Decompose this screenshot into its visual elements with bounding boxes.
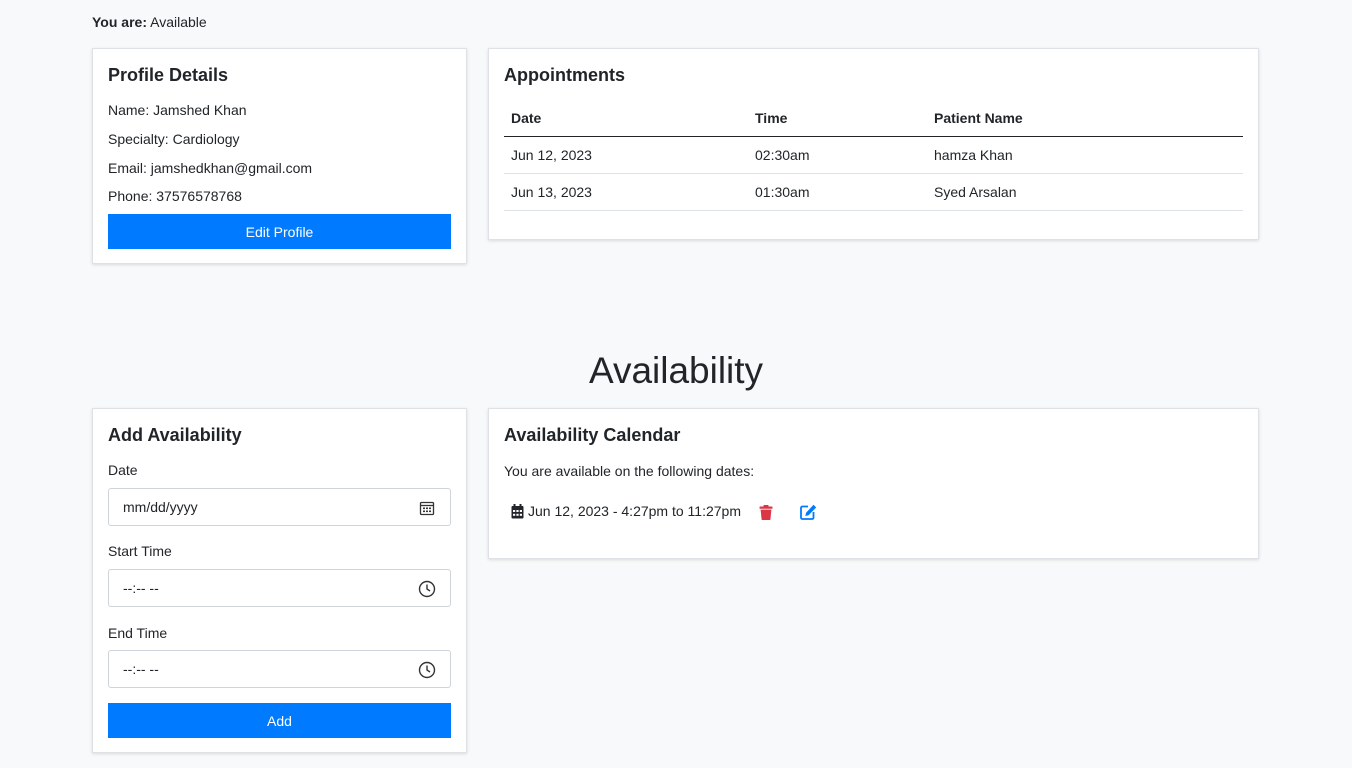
- calendar-icon: [511, 503, 524, 518]
- end-time-input[interactable]: --:-- --: [108, 650, 451, 688]
- cell-date: Jun 13, 2023: [511, 183, 592, 200]
- edit-profile-button[interactable]: Edit Profile: [108, 214, 451, 249]
- profile-name: Name: Jamshed Khan: [108, 102, 247, 118]
- availability-section-title: Availability: [588, 350, 764, 391]
- clock-icon[interactable]: [418, 580, 436, 598]
- start-time-placeholder: --:-- --: [123, 580, 159, 596]
- profile-card: Profile Details Name: Jamshed Khan Speci…: [92, 48, 467, 264]
- cell-patient: Syed Arsalan: [934, 183, 1017, 200]
- profile-title: Profile Details: [108, 65, 229, 85]
- availability-entry-text: Jun 12, 2023 - 4:27pm to 11:27pm: [528, 503, 741, 519]
- cell-date: Jun 12, 2023: [511, 146, 592, 163]
- column-header-time: Time: [755, 110, 788, 127]
- availability-status: You are: Available: [92, 14, 207, 30]
- add-availability-title: Add Availability: [108, 425, 242, 445]
- cell-time: 01:30am: [755, 183, 810, 200]
- column-header-patient: Patient Name: [934, 110, 1023, 127]
- date-input[interactable]: mm/dd/yyyy: [108, 488, 451, 526]
- table-row: Jun 13, 2023 01:30am Syed Arsalan: [504, 173, 1243, 210]
- trash-icon[interactable]: [759, 505, 773, 520]
- availability-intro: You are available on the following dates…: [504, 463, 755, 479]
- status-label: You are:: [92, 14, 147, 30]
- cell-patient: hamza Khan: [934, 146, 1013, 163]
- clock-icon[interactable]: [418, 661, 436, 679]
- start-time-input[interactable]: --:-- --: [108, 569, 451, 607]
- end-time-label: End Time: [108, 625, 168, 641]
- add-availability-button[interactable]: Add: [108, 703, 451, 738]
- start-time-label: Start Time: [108, 543, 172, 559]
- end-time-placeholder: --:-- --: [123, 661, 159, 677]
- availability-entry: Jun 12, 2023 - 4:27pm to 11:27pm: [511, 503, 741, 519]
- date-placeholder: mm/dd/yyyy: [123, 499, 198, 515]
- column-header-date: Date: [511, 110, 542, 127]
- availability-calendar-card: Availability Calendar You are available …: [488, 408, 1259, 559]
- date-label: Date: [108, 462, 138, 478]
- profile-specialty: Specialty: Cardiology: [108, 131, 240, 147]
- appointments-table: Date Time Patient Name Jun 12, 2023 02:3…: [504, 101, 1243, 211]
- cell-time: 02:30am: [755, 146, 810, 163]
- table-row: Jun 12, 2023 02:30am hamza Khan: [504, 136, 1243, 173]
- availability-calendar-title: Availability Calendar: [504, 425, 681, 445]
- calendar-picker-icon[interactable]: [418, 499, 436, 517]
- profile-email: Email: jamshedkhan@gmail.com: [108, 160, 313, 176]
- add-availability-card: Add Availability Date mm/dd/yyyy Start T…: [92, 408, 467, 753]
- edit-icon[interactable]: [800, 504, 817, 520]
- table-header-row: Date Time Patient Name: [504, 101, 1243, 136]
- profile-phone: Phone: 37576578768: [108, 188, 242, 204]
- appointments-title: Appointments: [504, 65, 625, 85]
- appointments-card: Appointments Date Time Patient Name Jun …: [488, 48, 1259, 240]
- status-value: Available: [150, 14, 207, 30]
